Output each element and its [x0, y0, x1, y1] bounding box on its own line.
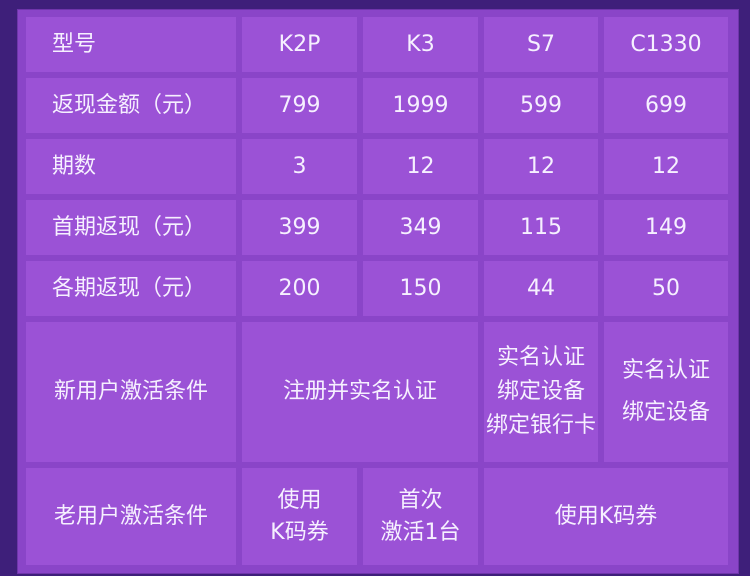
value-cell: 50 [604, 261, 728, 316]
value-cell: 44 [484, 261, 598, 316]
header-model-cell: K3 [363, 17, 478, 72]
value-cell: 349 [363, 200, 478, 255]
value: 799 [278, 92, 321, 118]
old-user-label-cell: 老用户激活条件 [26, 468, 236, 565]
value-cell: 149 [604, 200, 728, 255]
value: 50 [652, 275, 680, 301]
row-label: 各期返现（元） [52, 275, 207, 301]
value: 12 [406, 153, 435, 179]
row-label-cell: 首期返现（元） [26, 200, 236, 255]
value-cell: 12 [604, 139, 728, 194]
row-label: 返现金额（元） [52, 92, 207, 118]
row-label-cell: 期数 [26, 139, 236, 194]
value: 599 [520, 92, 562, 118]
value: 349 [399, 214, 442, 240]
value: 200 [278, 275, 321, 301]
value: 1999 [392, 92, 449, 118]
new-user-label-cell: 新用户激活条件 [26, 322, 236, 462]
condition-line: 绑定银行卡 [485, 413, 596, 439]
value: 699 [645, 92, 687, 118]
value: 44 [527, 275, 555, 301]
value: 150 [399, 275, 442, 301]
value-cell: 12 [484, 139, 598, 194]
header-model-cell: S7 [484, 17, 598, 72]
row-label: 期数 [52, 153, 97, 179]
value-cell: 399 [242, 200, 357, 255]
value-cell: 599 [484, 78, 598, 133]
value-cell: 3 [242, 139, 357, 194]
row-label-cell: 返现金额（元） [26, 78, 236, 133]
condition-text: 注册并实名认证 [282, 379, 437, 405]
value-cell: 699 [604, 78, 728, 133]
value-cell: 115 [484, 200, 598, 255]
header-label: 型号 [52, 31, 97, 57]
old-user-k2p-cell: 使用 K码券 [242, 468, 357, 565]
row-label: 首期返现（元） [52, 214, 207, 240]
comparison-table: 型号 K2P K3 S7 C1330 返现金额（元） 799 1999 599 … [17, 9, 739, 574]
value: 3 [292, 153, 307, 179]
model-name: C1330 [630, 31, 702, 57]
value: 399 [278, 214, 321, 240]
condition-line: 使用 [277, 487, 322, 513]
value-cell: 1999 [363, 78, 478, 133]
value-cell: 150 [363, 261, 478, 316]
condition-line: 实名认证 [496, 344, 585, 370]
condition-line: 激活1台 [380, 519, 461, 545]
value: 115 [520, 214, 562, 240]
row-label: 老用户激活条件 [53, 503, 208, 529]
new-user-c1330-cell: 实名认证 绑定设备 [604, 322, 728, 462]
condition-line: 绑定设备 [496, 378, 585, 404]
value-cell: 12 [363, 139, 478, 194]
row-label-cell: 各期返现（元） [26, 261, 236, 316]
new-user-k2p-k3-cell: 注册并实名认证 [242, 322, 478, 462]
model-name: K3 [406, 31, 435, 57]
model-name: K2P [278, 31, 321, 57]
value: 149 [645, 214, 687, 240]
condition-line: K码券 [270, 519, 329, 545]
old-user-k3-cell: 首次 激活1台 [363, 468, 478, 565]
new-user-s7-cell: 实名认证 绑定设备 绑定银行卡 [484, 322, 598, 462]
model-name: S7 [527, 31, 555, 57]
condition-line: 绑定设备 [621, 400, 710, 425]
condition-line: 首次 [398, 487, 443, 513]
row-label: 新用户激活条件 [53, 379, 208, 405]
value-cell: 200 [242, 261, 357, 316]
value-cell: 799 [242, 78, 357, 133]
header-model-cell: C1330 [604, 17, 728, 72]
condition-line: 实名认证 [621, 358, 710, 384]
condition-text: 使用K码券 [554, 503, 658, 529]
header-model-cell: K2P [242, 17, 357, 72]
header-label-cell: 型号 [26, 17, 236, 72]
value: 12 [652, 153, 680, 179]
value: 12 [527, 153, 555, 179]
old-user-s7-c1330-cell: 使用K码券 [484, 468, 728, 565]
